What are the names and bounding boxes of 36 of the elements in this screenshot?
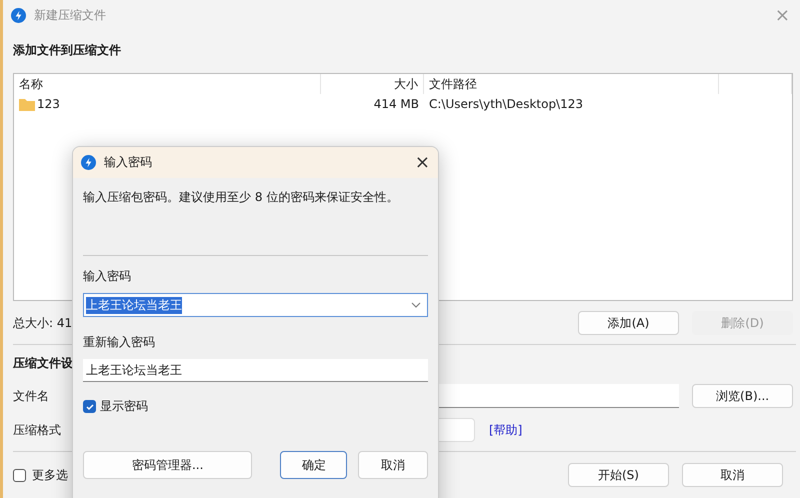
- help-link[interactable]: [帮助]: [489, 422, 522, 438]
- list-button[interactable]: 添加(A): [578, 311, 679, 335]
- password-label: 输入密码: [83, 268, 132, 285]
- file-name[interactable]: 123: [37, 97, 60, 111]
- checkbox[interactable]: [13, 468, 26, 482]
- dialog-description: 输入压缩包密码。建议使用至少 8 位的密码来保证安全性。: [83, 189, 400, 206]
- total-size: 总大小: 41: [13, 314, 72, 332]
- app-logo-icon: [11, 8, 26, 22]
- confirm-password-field[interactable]: 上老王论坛当老王: [83, 359, 428, 382]
- window-title: 新建压缩文件: [34, 6, 106, 24]
- dialog-button[interactable]: 密码管理器...: [83, 451, 252, 479]
- footer-button[interactable]: 取消: [682, 463, 783, 487]
- app-logo-icon: [81, 155, 96, 170]
- more-options-label: 更多选: [32, 466, 68, 484]
- filename-label: 文件名: [13, 388, 50, 404]
- footer-button[interactable]: 开始(S): [568, 463, 669, 487]
- close-icon[interactable]: ×: [414, 152, 430, 173]
- dialog-button[interactable]: 确定: [280, 451, 348, 479]
- section-heading: 添加文件到压缩文件: [13, 42, 121, 59]
- file-size: 414 MB: [372, 97, 420, 111]
- column-header[interactable]: 文件路径: [424, 74, 719, 94]
- browse-button[interactable]: 浏览(B)...: [692, 384, 793, 408]
- format-label: 压缩格式: [13, 422, 62, 438]
- dialog-button[interactable]: 取消: [358, 451, 428, 479]
- password-combo[interactable]: 上老王论坛当老王: [83, 293, 428, 317]
- checkmark-icon: [84, 402, 94, 412]
- dialog-title: 输入密码: [104, 154, 152, 171]
- show-password-label: 显示密码: [100, 398, 148, 415]
- checkbox[interactable]: [83, 400, 96, 413]
- chevron-down-icon[interactable]: [411, 302, 421, 308]
- column-header[interactable]: 名称: [14, 74, 321, 94]
- confirm-password-label: 重新输入密码: [83, 334, 156, 351]
- folder-icon: [19, 98, 35, 110]
- column-header[interactable]: 大小: [321, 74, 424, 94]
- section-heading: 压缩文件设: [13, 355, 73, 372]
- file-path: C:\Users\yth\Desktop\123: [428, 97, 584, 111]
